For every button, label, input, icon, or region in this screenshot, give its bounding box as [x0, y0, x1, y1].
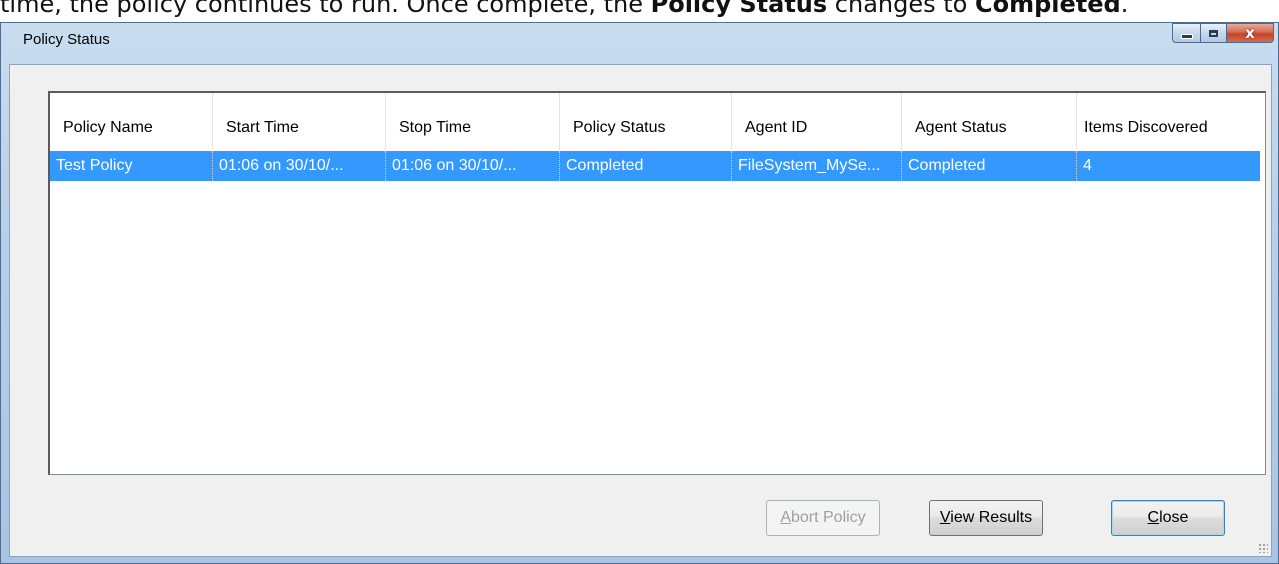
maximize-button[interactable] — [1200, 23, 1227, 43]
policy-list[interactable]: Policy Name Start Time Stop Time Policy … — [48, 91, 1266, 475]
cell-items-discovered: 4 — [1083, 157, 1092, 174]
view-results-button[interactable]: View Results — [929, 500, 1043, 536]
doc-text-suffix: . — [1120, 0, 1129, 18]
cell-stop-time: 01:06 on 30/10/... — [386, 151, 560, 181]
cell-agent-status: Completed — [902, 151, 1077, 181]
cell-agent-id: FileSystem_MySe... — [732, 151, 902, 181]
abort-policy-button[interactable]: Abort Policy — [766, 500, 880, 536]
doc-text-bold-policy-status: Policy Status — [650, 0, 828, 18]
minimize-icon — [1180, 33, 1193, 39]
dialog-client-area: Policy Name Start Time Stop Time Policy … — [9, 64, 1272, 557]
view-results-label: View Results — [939, 509, 1033, 526]
column-header-agent-status[interactable]: Agent Status — [902, 93, 1077, 151]
abort-policy-label: Abort Policy — [780, 509, 866, 526]
column-header-items-discovered[interactable]: Items Discovered — [1077, 93, 1241, 151]
column-header-policy-status[interactable]: Policy Status — [560, 93, 732, 151]
close-label: Close — [1147, 509, 1189, 526]
window-controls: x — [1172, 23, 1274, 43]
document-text: time, the policy continues to run. Once … — [0, 0, 1279, 22]
resize-grip-icon[interactable] — [1258, 543, 1268, 553]
maximize-icon — [1209, 29, 1218, 37]
policy-status-window: Policy Status x Policy Name Start Time S… — [0, 22, 1279, 564]
doc-text-prefix: time, the policy continues to run. Once … — [0, 0, 651, 18]
column-header-policy-name[interactable]: Policy Name — [50, 93, 213, 151]
close-icon: x — [1245, 24, 1255, 42]
mnemonic-letter: V — [939, 509, 951, 526]
window-title: Policy Status — [23, 31, 110, 48]
cell-policy-status: Completed — [560, 151, 732, 181]
mnemonic-letter: C — [1147, 509, 1160, 526]
doc-text-bold-completed: Completed — [974, 0, 1121, 18]
column-header-stop-time[interactable]: Stop Time — [386, 93, 560, 151]
doc-text-middle: changes to — [827, 0, 975, 18]
column-header-start-time[interactable]: Start Time — [213, 93, 386, 151]
minimize-button[interactable] — [1172, 23, 1200, 43]
list-header: Policy Name Start Time Stop Time Policy … — [50, 93, 1265, 151]
table-row[interactable]: Test Policy 01:06 on 30/10/... 01:06 on … — [50, 151, 1260, 181]
cell-start-time: 01:06 on 30/10/... — [213, 151, 386, 181]
cell-policy-name: Test Policy — [50, 151, 213, 181]
mnemonic-letter: A — [780, 509, 791, 526]
close-window-button[interactable]: x — [1227, 23, 1274, 43]
column-header-agent-id[interactable]: Agent ID — [732, 93, 902, 151]
close-button[interactable]: Close — [1111, 500, 1225, 536]
